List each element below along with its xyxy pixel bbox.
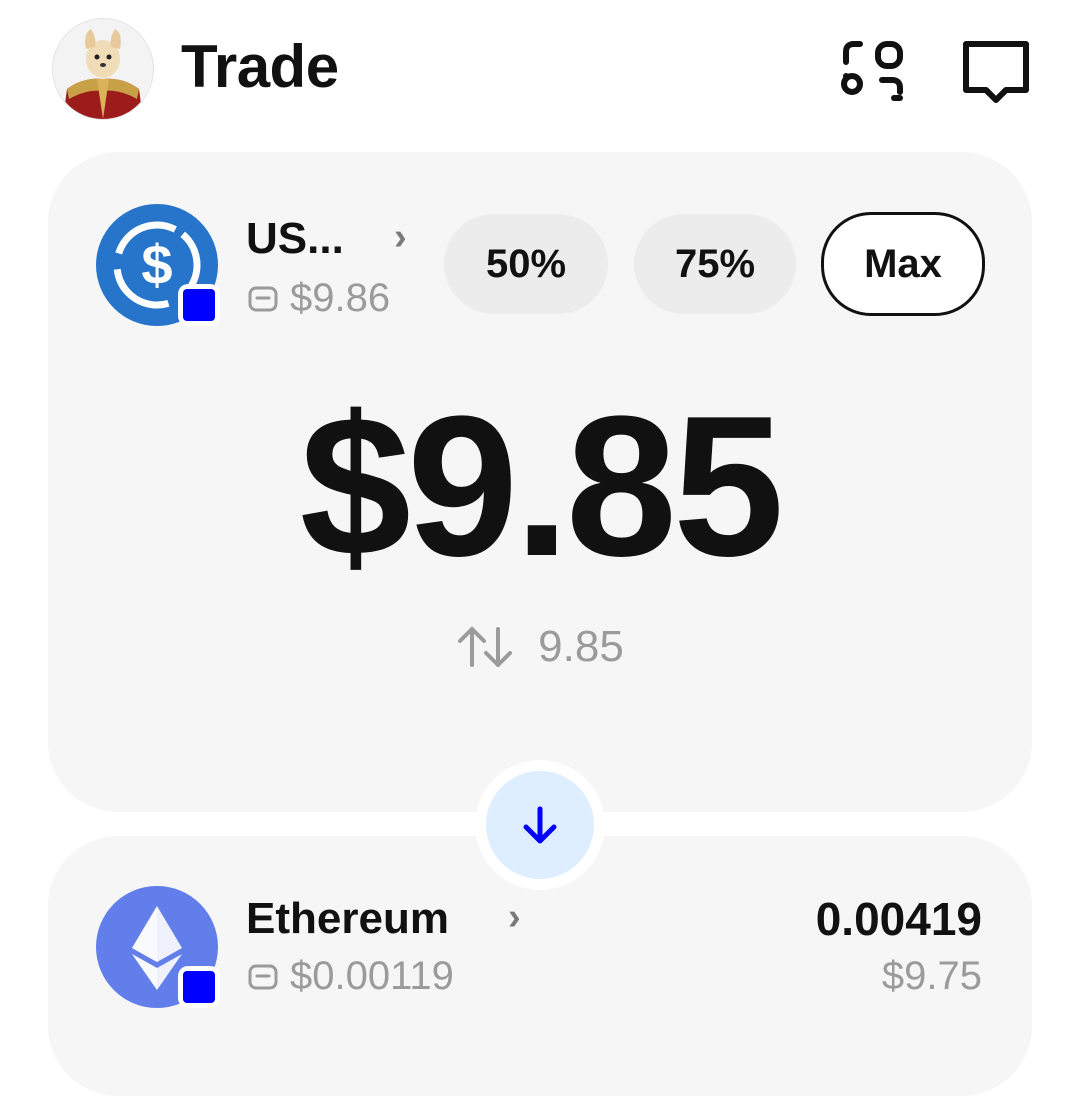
from-balance: $9.86 xyxy=(290,276,391,320)
message-icon xyxy=(963,41,1029,103)
token-equivalent-toggle[interactable]: 9.85 xyxy=(48,622,1032,672)
to-token-value: $9.75 xyxy=(881,954,982,998)
token-equivalent: 9.85 xyxy=(538,622,624,671)
to-token-amount: 0.00419 xyxy=(815,893,982,945)
arrow-down-icon xyxy=(523,806,557,844)
seventy-five-percent-button[interactable]: 75% xyxy=(634,214,796,314)
to-balance: $0.00119 xyxy=(290,954,454,998)
from-balance-row: $9.86 xyxy=(248,276,390,321)
swap-direction-button[interactable] xyxy=(475,760,605,890)
svg-text:$: $ xyxy=(141,233,172,296)
page-title: Trade xyxy=(181,33,339,100)
to-token-name[interactable]: Ethereum xyxy=(246,894,449,944)
messages-button[interactable] xyxy=(960,36,1032,108)
swap-units-icon xyxy=(458,627,513,667)
avatar-image xyxy=(53,19,153,119)
wallet-icon xyxy=(248,286,278,311)
avatar[interactable] xyxy=(52,18,154,120)
max-button[interactable]: Max xyxy=(821,212,985,316)
chevron-right-icon[interactable]: › xyxy=(508,896,521,939)
scan-icon xyxy=(841,41,903,101)
swap-direction-circle xyxy=(486,771,594,879)
from-token-card: $ US... › $9.86 50% 75% Max $9.85 9.85 xyxy=(48,152,1032,812)
chain-badge-icon xyxy=(178,966,220,1008)
header: Trade xyxy=(0,0,1079,140)
to-balance-row: $0.00119 xyxy=(248,954,454,999)
amount-input[interactable]: $9.85 xyxy=(48,372,1032,602)
chain-badge-icon xyxy=(178,284,220,326)
wallet-icon xyxy=(248,964,278,989)
fifty-percent-button[interactable]: 50% xyxy=(444,214,608,314)
chevron-right-icon[interactable]: › xyxy=(394,216,407,259)
scan-button[interactable] xyxy=(838,36,910,108)
from-token-name[interactable]: US... xyxy=(246,214,344,264)
